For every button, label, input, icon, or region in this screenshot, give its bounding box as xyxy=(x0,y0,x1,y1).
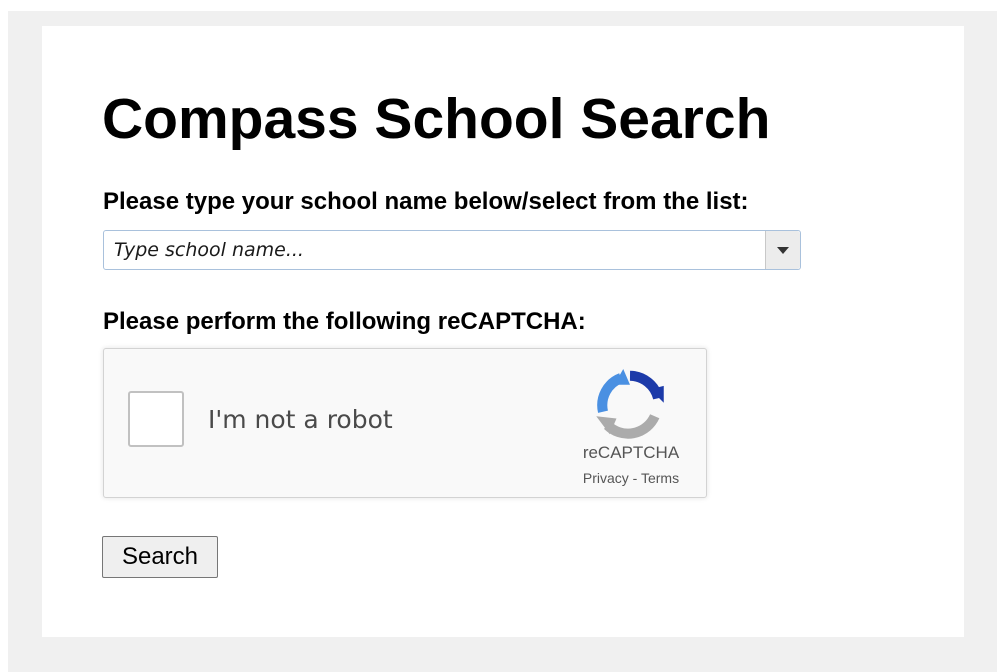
recaptcha-brand: reCAPTCHA xyxy=(582,443,680,462)
school-search-input[interactable] xyxy=(104,231,764,269)
link-separator: - xyxy=(628,470,641,486)
recaptcha-logo-icon xyxy=(596,369,664,439)
terms-link[interactable]: Terms xyxy=(641,470,679,486)
recaptcha-links: Privacy - Terms xyxy=(556,469,706,487)
privacy-link[interactable]: Privacy xyxy=(583,470,629,486)
recaptcha-checkbox-label: I'm not a robot xyxy=(208,405,393,434)
school-search-label: Please type your school name below/selec… xyxy=(103,188,749,215)
school-combobox[interactable] xyxy=(103,230,801,270)
search-button[interactable]: Search xyxy=(102,536,218,578)
page-title: Compass School Search xyxy=(102,87,771,151)
recaptcha-widget: I'm not a robot reCAPTCHA Privacy - Term… xyxy=(103,348,707,498)
chevron-down-icon xyxy=(777,246,789,254)
captcha-label: Please perform the following reCAPTCHA: xyxy=(103,308,586,335)
recaptcha-checkbox[interactable] xyxy=(128,391,184,447)
dropdown-toggle-button[interactable] xyxy=(765,231,800,269)
